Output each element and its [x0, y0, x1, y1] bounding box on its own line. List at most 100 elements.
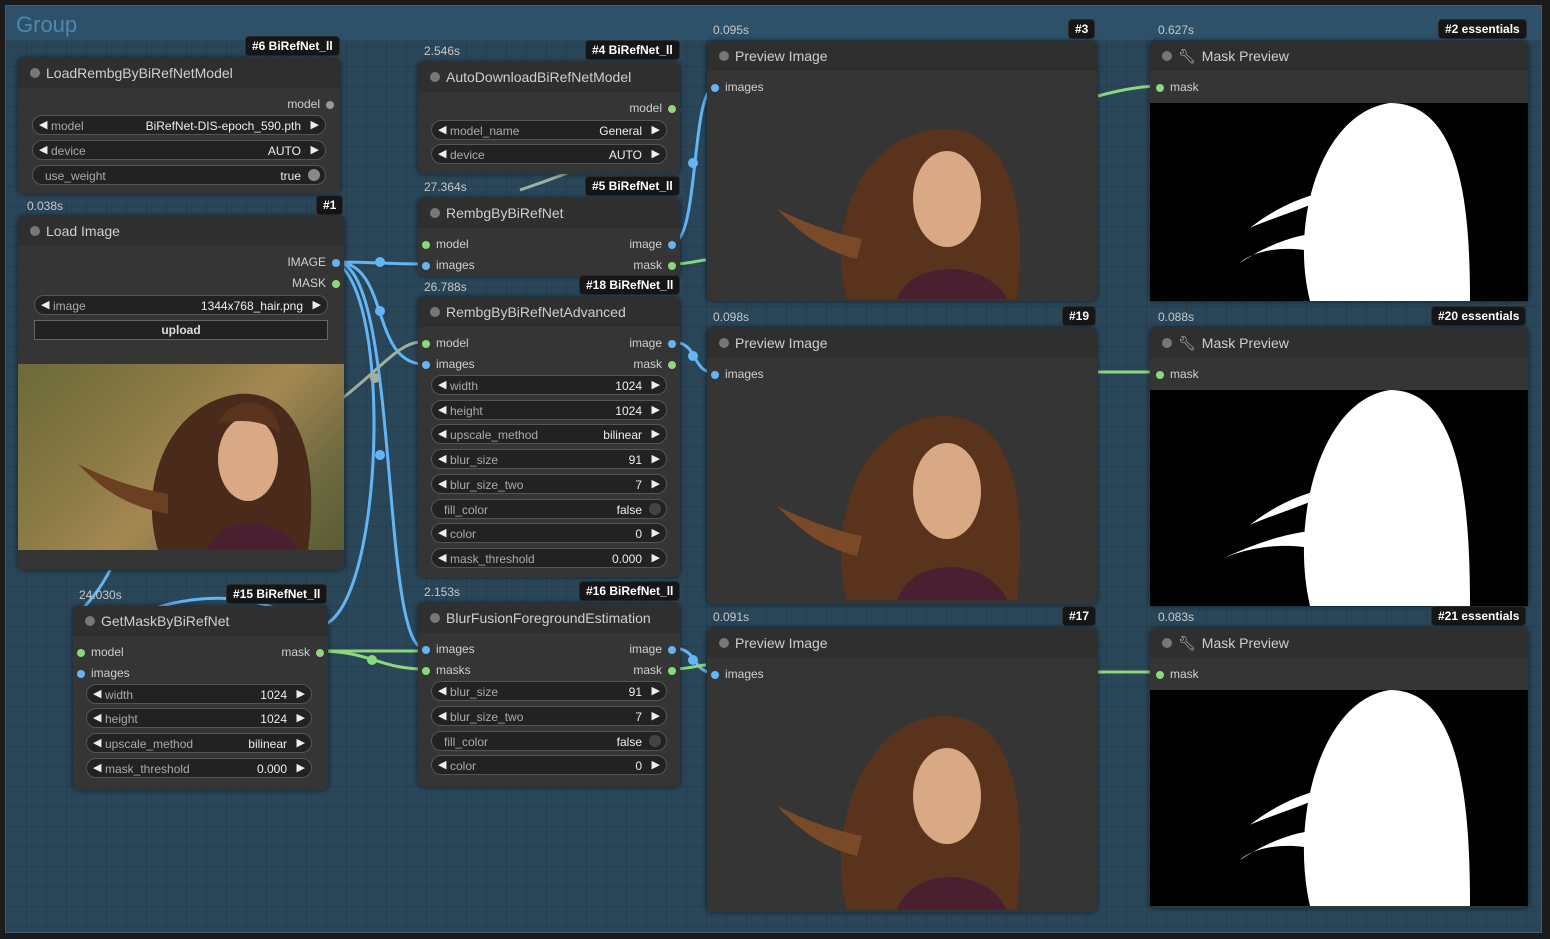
- input-slot-model[interactable]: model: [77, 645, 124, 659]
- node-auto-download-model[interactable]: AutoDownloadBiRefNetModel model ◀ model_…: [418, 62, 680, 174]
- arrow-right-icon[interactable]: ▶: [652, 477, 660, 490]
- arrow-right-icon[interactable]: ▶: [652, 709, 660, 722]
- collapse-dot[interactable]: [85, 616, 95, 626]
- widget-color[interactable]: ◀ color 0 ▶: [431, 523, 667, 543]
- arrow-left-icon[interactable]: ◀: [93, 711, 101, 724]
- widget-blur-size-two[interactable]: ◀ blur_size_two 7 ▶: [431, 474, 667, 494]
- arrow-left-icon[interactable]: ◀: [438, 526, 446, 539]
- arrow-right-icon[interactable]: ▶: [652, 378, 660, 391]
- widget-width[interactable]: ◀ width 1024 ▶: [86, 684, 312, 704]
- node-header[interactable]: 🔧︎ Mask Preview: [1150, 628, 1528, 658]
- upload-button[interactable]: upload: [34, 320, 328, 340]
- toggle-knob-icon[interactable]: [308, 169, 320, 181]
- collapse-dot[interactable]: [719, 338, 729, 348]
- arrow-right-icon[interactable]: ▶: [652, 758, 660, 771]
- widget-upscale-method[interactable]: ◀ upscale_method bilinear ▶: [431, 424, 667, 444]
- node-preview-image-2[interactable]: Preview Image images: [707, 328, 1097, 604]
- arrow-right-icon[interactable]: ▶: [652, 551, 660, 564]
- node-blur-fusion[interactable]: BlurFusionForegroundEstimation images ma…: [418, 603, 680, 787]
- arrow-left-icon[interactable]: ◀: [39, 118, 47, 131]
- widget-mask-threshold[interactable]: ◀ mask_threshold 0.000 ▶: [86, 758, 312, 778]
- arrow-right-icon[interactable]: ▶: [297, 736, 305, 749]
- node-mask-preview-1[interactable]: 🔧︎ Mask Preview mask: [1150, 41, 1528, 301]
- input-slot-mask[interactable]: mask: [1156, 367, 1199, 381]
- output-slot-mask[interactable]: mask: [281, 645, 324, 659]
- node-get-mask[interactable]: GetMaskByBiRefNet model images mask ◀ wid…: [73, 606, 328, 790]
- arrow-right-icon[interactable]: ▶: [297, 687, 305, 700]
- arrow-left-icon[interactable]: ◀: [438, 403, 446, 416]
- output-slot-image[interactable]: IMAGE: [287, 255, 340, 269]
- collapse-dot[interactable]: [1162, 638, 1172, 648]
- input-slot-model[interactable]: model: [422, 237, 469, 251]
- input-slot-images[interactable]: images: [711, 80, 764, 94]
- node-load-image[interactable]: Load Image IMAGE MASK ◀ image 1344x768_h…: [18, 216, 344, 570]
- node-preview-image-1[interactable]: Preview Image images: [707, 41, 1097, 301]
- arrow-left-icon[interactable]: ◀: [438, 123, 446, 136]
- widget-height[interactable]: ◀ height 1024 ▶: [86, 708, 312, 728]
- arrow-left-icon[interactable]: ◀: [438, 551, 446, 564]
- node-header[interactable]: AutoDownloadBiRefNetModel: [418, 62, 680, 92]
- widget-blur-size-two[interactable]: ◀ blur_size_two 7 ▶: [431, 706, 667, 726]
- arrow-right-icon[interactable]: ▶: [297, 761, 305, 774]
- arrow-left-icon[interactable]: ◀: [438, 684, 446, 697]
- collapse-dot[interactable]: [719, 638, 729, 648]
- arrow-right-icon[interactable]: ▶: [652, 684, 660, 697]
- node-header[interactable]: BlurFusionForegroundEstimation: [418, 603, 680, 633]
- node-mask-preview-2[interactable]: 🔧︎ Mask Preview mask: [1150, 328, 1528, 606]
- widget-mask-threshold[interactable]: ◀ mask_threshold 0.000 ▶: [431, 548, 667, 568]
- collapse-dot[interactable]: [1162, 338, 1172, 348]
- input-slot-mask[interactable]: mask: [1156, 667, 1199, 681]
- widget-upscale-method[interactable]: ◀ upscale_method bilinear ▶: [86, 733, 312, 753]
- arrow-left-icon[interactable]: ◀: [438, 427, 446, 440]
- widget-image[interactable]: ◀ image 1344x768_hair.png ▶: [34, 295, 328, 315]
- arrow-right-icon[interactable]: ▶: [652, 526, 660, 539]
- widget-fill-color[interactable]: fill_color false: [431, 499, 667, 519]
- widget-width[interactable]: ◀ width 1024 ▶: [431, 375, 667, 395]
- arrow-right-icon[interactable]: ▶: [652, 147, 660, 160]
- widget-fill-color[interactable]: fill_color false: [431, 731, 667, 751]
- node-header[interactable]: Preview Image: [707, 628, 1097, 658]
- input-slot-images[interactable]: images: [422, 357, 475, 371]
- output-slot-mask[interactable]: mask: [633, 663, 676, 677]
- collapse-dot[interactable]: [430, 72, 440, 82]
- collapse-dot[interactable]: [430, 307, 440, 317]
- node-header[interactable]: Preview Image: [707, 41, 1097, 71]
- widget-blur-size[interactable]: ◀ blur_size 91 ▶: [431, 681, 667, 701]
- collapse-dot[interactable]: [30, 226, 40, 236]
- widget-device[interactable]: ◀ device AUTO ▶: [431, 144, 667, 164]
- input-slot-images[interactable]: images: [711, 367, 764, 381]
- arrow-left-icon[interactable]: ◀: [438, 378, 446, 391]
- output-slot-mask[interactable]: MASK: [292, 276, 340, 290]
- arrow-right-icon[interactable]: ▶: [652, 403, 660, 416]
- widget-model-name[interactable]: ◀ model_name General ▶: [431, 120, 667, 140]
- node-header[interactable]: LoadRembgByBiRefNetModel: [18, 58, 340, 88]
- collapse-dot[interactable]: [719, 51, 729, 61]
- collapse-dot[interactable]: [30, 68, 40, 78]
- node-header[interactable]: RembgByBiRefNet: [418, 198, 680, 228]
- arrow-left-icon[interactable]: ◀: [39, 143, 47, 156]
- node-mask-preview-3[interactable]: 🔧︎ Mask Preview mask: [1150, 628, 1528, 908]
- arrow-left-icon[interactable]: ◀: [93, 736, 101, 749]
- widget-color[interactable]: ◀ color 0 ▶: [431, 755, 667, 775]
- arrow-right-icon[interactable]: ▶: [652, 452, 660, 465]
- output-slot-mask[interactable]: mask: [633, 357, 676, 371]
- widget-blur-size[interactable]: ◀ blur_size 91 ▶: [431, 449, 667, 469]
- node-header[interactable]: Load Image: [18, 216, 344, 246]
- arrow-right-icon[interactable]: ▶: [652, 123, 660, 136]
- arrow-right-icon[interactable]: ▶: [652, 427, 660, 440]
- node-header[interactable]: 🔧︎ Mask Preview: [1150, 41, 1528, 71]
- input-slot-images[interactable]: images: [77, 666, 130, 680]
- input-slot-images[interactable]: images: [711, 667, 764, 681]
- node-header[interactable]: GetMaskByBiRefNet: [73, 606, 328, 636]
- node-header[interactable]: RembgByBiRefNetAdvanced: [418, 297, 680, 327]
- output-slot-model[interactable]: model: [287, 97, 334, 111]
- arrow-left-icon[interactable]: ◀: [93, 687, 101, 700]
- toggle-knob-icon[interactable]: [649, 735, 661, 747]
- output-slot-image[interactable]: image: [629, 642, 676, 656]
- arrow-right-icon[interactable]: ▶: [311, 118, 319, 131]
- arrow-left-icon[interactable]: ◀: [438, 758, 446, 771]
- node-load-rembg-model[interactable]: LoadRembgByBiRefNetModel model ◀ model B…: [18, 58, 340, 194]
- collapse-dot[interactable]: [1162, 51, 1172, 61]
- arrow-left-icon[interactable]: ◀: [93, 761, 101, 774]
- output-slot-model[interactable]: model: [629, 101, 676, 115]
